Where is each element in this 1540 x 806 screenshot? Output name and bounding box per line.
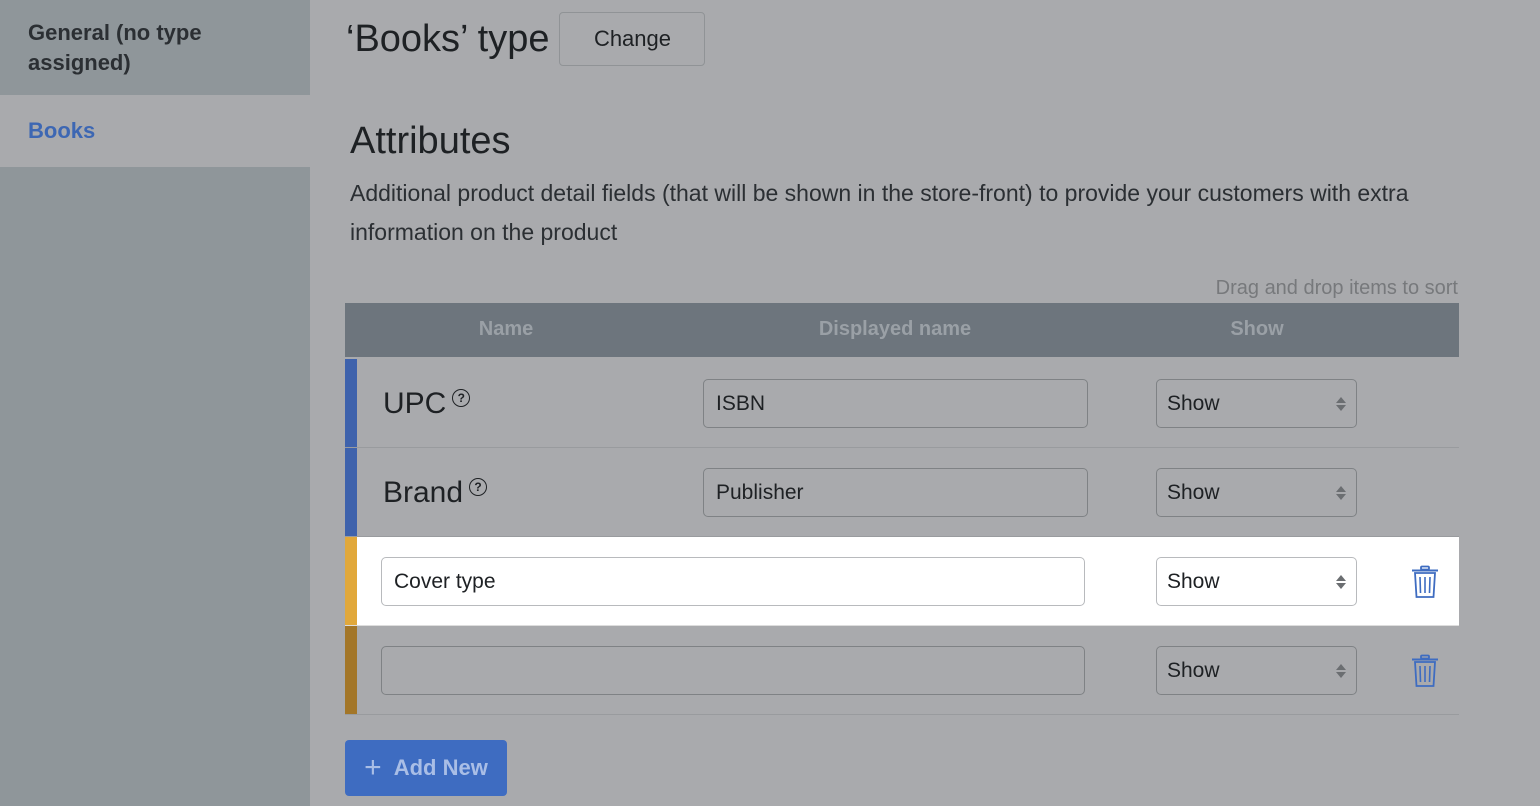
drag-handle[interactable]	[345, 626, 357, 714]
show-select[interactable]: Show	[1156, 557, 1357, 606]
show-select[interactable]: Show	[1156, 379, 1357, 428]
drag-handle[interactable]	[345, 359, 357, 447]
attribute-name: UPC ?	[383, 359, 471, 448]
sidebar-item-general[interactable]: General (no type assigned)	[0, 0, 310, 95]
table-row[interactable]: UPC ? Show	[345, 359, 1459, 448]
section-title: Attributes	[350, 120, 511, 162]
custom-attribute-input[interactable]	[381, 557, 1085, 606]
column-header-show: Show	[1230, 318, 1284, 340]
select-arrows-icon	[1336, 663, 1346, 678]
attribute-name: Brand ?	[383, 448, 488, 537]
question-circle-icon[interactable]: ?	[469, 477, 488, 496]
sort-hint: Drag and drop items to sort	[1215, 277, 1458, 299]
custom-attribute-input[interactable]	[381, 646, 1085, 695]
show-select-value: Show	[1167, 658, 1220, 682]
add-new-label: Add New	[393, 755, 488, 780]
show-select-value: Show	[1167, 569, 1220, 593]
select-arrows-icon	[1336, 485, 1346, 500]
table-row[interactable]: Show	[345, 537, 1459, 626]
select-arrows-icon	[1336, 396, 1346, 411]
question-circle-icon[interactable]: ?	[452, 388, 471, 407]
sidebar-item-books[interactable]: Books	[0, 95, 310, 167]
drag-handle[interactable]	[345, 448, 357, 536]
select-arrows-icon	[1336, 574, 1346, 589]
section-description: Additional product detail fields (that w…	[350, 180, 1409, 245]
add-new-button[interactable]: + Add New	[345, 740, 507, 796]
page-header: ‘Books’ type Change	[346, 12, 706, 66]
column-header-displayed-name: Displayed name	[818, 318, 972, 340]
column-header-name: Name	[478, 318, 534, 340]
trash-icon[interactable]	[1410, 565, 1440, 599]
attribute-name-label: Brand	[383, 475, 464, 509]
sidebar-item-label: General (no type assigned)	[28, 19, 202, 75]
show-select[interactable]: Show	[1156, 468, 1357, 517]
show-select-value: Show	[1167, 480, 1220, 504]
main-content: ‘Books’ type Change Attributes Additiona…	[310, 0, 1540, 806]
show-select-value: Show	[1167, 391, 1220, 415]
sidebar: General (no type assigned) Books	[0, 0, 310, 806]
table-row[interactable]: Show	[345, 626, 1459, 715]
sidebar-item-label: Books	[28, 118, 96, 143]
change-type-button[interactable]: Change	[559, 12, 706, 66]
trash-icon[interactable]	[1410, 654, 1440, 688]
drag-handle[interactable]	[345, 537, 357, 625]
attribute-name-label: UPC	[383, 386, 447, 420]
attributes-table: Name Displayed name Show UPC ? Show Bran…	[345, 303, 1459, 715]
displayed-name-input[interactable]	[703, 379, 1088, 428]
table-header: Name Displayed name Show	[345, 303, 1459, 357]
plus-icon: +	[364, 751, 382, 784]
displayed-name-input[interactable]	[703, 468, 1088, 517]
show-select[interactable]: Show	[1156, 646, 1357, 695]
table-row[interactable]: Brand ? Show	[345, 448, 1459, 537]
page-title: ‘Books’ type	[346, 17, 550, 60]
